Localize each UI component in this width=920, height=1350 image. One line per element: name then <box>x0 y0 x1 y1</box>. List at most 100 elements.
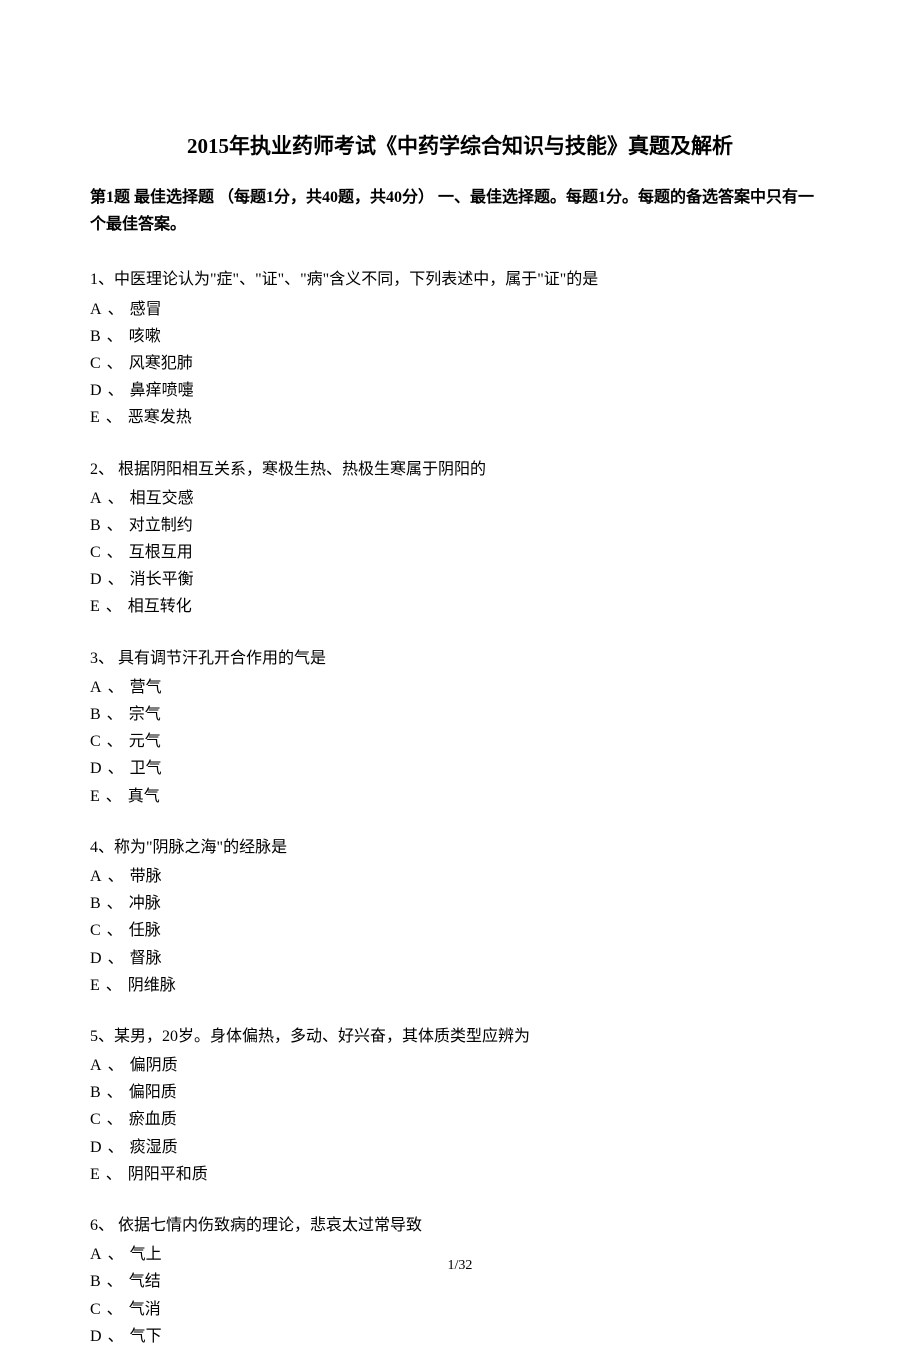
question-block: 5、某男，20岁。身体偏热，多动、好兴奋，其体质类型应辨为A 、 偏阴质B 、 … <box>90 1023 830 1188</box>
option-letter: B <box>90 517 101 534</box>
option-text: 瘀血质 <box>129 1111 177 1128</box>
question-text: 4、称为"阴脉之海"的经脉是 <box>90 834 830 861</box>
option-text: 卫气 <box>130 760 162 777</box>
option-separator: 、 <box>104 950 128 967</box>
option-letter: E <box>90 788 100 805</box>
option-separator: 、 <box>104 868 128 885</box>
option: D 、 督脉 <box>90 945 830 972</box>
option-letter: A <box>90 301 102 318</box>
option-separator: 、 <box>103 922 127 939</box>
option-separator: 、 <box>103 1273 127 1290</box>
option-letter: E <box>90 598 100 615</box>
option-text: 宗气 <box>129 706 161 723</box>
option-letter: D <box>90 1139 102 1156</box>
option-text: 偏阴质 <box>130 1057 178 1074</box>
question-block: 6、 依据七情内伤致病的理论，悲哀太过常导致A 、 气上B 、 气结C 、 气消… <box>90 1212 830 1350</box>
option: B 、 偏阳质 <box>90 1079 830 1106</box>
option-separator: 、 <box>103 328 127 345</box>
option-separator: 、 <box>102 409 126 426</box>
question-number: 6、 <box>90 1217 114 1234</box>
option-letter: C <box>90 733 101 750</box>
option-text: 消长平衡 <box>130 571 194 588</box>
option: B 、 冲脉 <box>90 890 830 917</box>
question-block: 4、称为"阴脉之海"的经脉是A 、 带脉B 、 冲脉C 、 任脉D 、 督脉E … <box>90 834 830 999</box>
question-block: 1、中医理论认为"症"、"证"、"病"含义不同，下列表述中，属于"证"的是 A 、… <box>90 266 830 431</box>
option-text: 真气 <box>128 788 160 805</box>
option-text: 营气 <box>130 679 162 696</box>
option-separator: 、 <box>102 598 126 615</box>
option-separator: 、 <box>102 1166 126 1183</box>
option-letter: C <box>90 1301 101 1318</box>
option: B 、 对立制约 <box>90 512 830 539</box>
option: E 、 阴阳平和质 <box>90 1161 830 1188</box>
option-text: 相互交感 <box>130 490 194 507</box>
option-letter: B <box>90 1084 101 1101</box>
option-text: 气下 <box>130 1328 162 1345</box>
option-letter: C <box>90 355 101 372</box>
question-block: 2、 根据阴阳相互关系，寒极生热、热极生寒属于阴阳的A 、 相互交感B 、 对立… <box>90 456 830 621</box>
question-text: 6、 依据七情内伤致病的理论，悲哀太过常导致 <box>90 1212 830 1239</box>
option-letter: C <box>90 1111 101 1128</box>
option-separator: 、 <box>103 1084 127 1101</box>
option: B 、 宗气 <box>90 701 830 728</box>
question-block: 3、 具有调节汗孔开合作用的气是A 、 营气B 、 宗气C 、 元气D 、 卫气… <box>90 645 830 810</box>
option-letter: B <box>90 1273 101 1290</box>
option: A 、 偏阴质 <box>90 1052 830 1079</box>
option-text: 元气 <box>129 733 161 750</box>
option: A 、 营气 <box>90 674 830 701</box>
option-separator: 、 <box>103 706 127 723</box>
option: A 、 感冒 <box>90 296 830 323</box>
option: D 、 痰湿质 <box>90 1134 830 1161</box>
question-stem: 根据阴阳相互关系，寒极生热、热极生寒属于阴阳的 <box>114 461 486 478</box>
option-letter: B <box>90 895 101 912</box>
option-separator: 、 <box>102 788 126 805</box>
option-letter: D <box>90 950 102 967</box>
option: D 、 气下 <box>90 1323 830 1350</box>
option: E 、 阴维脉 <box>90 972 830 999</box>
section-header: 第1题 最佳选择题 （每题1分，共40题，共40分） 一、最佳选择题。每题1分。… <box>90 184 830 238</box>
option-separator: 、 <box>102 977 126 994</box>
option-separator: 、 <box>104 571 128 588</box>
option-separator: 、 <box>104 1328 128 1345</box>
option-separator: 、 <box>103 355 127 372</box>
option-letter: D <box>90 1328 102 1345</box>
option-letter: B <box>90 328 101 345</box>
question-text: 1、中医理论认为"症"、"证"、"病"含义不同，下列表述中，属于"证"的是 <box>90 266 830 293</box>
option-letter: C <box>90 922 101 939</box>
option-text: 相互转化 <box>128 598 192 615</box>
option: D 、 卫气 <box>90 755 830 782</box>
option: C 、 互根互用 <box>90 539 830 566</box>
option-text: 痰湿质 <box>130 1139 178 1156</box>
option-separator: 、 <box>104 1057 128 1074</box>
option-text: 带脉 <box>130 868 162 885</box>
option: E 、 真气 <box>90 783 830 810</box>
option-text: 咳嗽 <box>129 328 161 345</box>
option-text: 气消 <box>129 1301 161 1318</box>
option-separator: 、 <box>104 760 128 777</box>
questions-container: 1、中医理论认为"症"、"证"、"病"含义不同，下列表述中，属于"证"的是 A 、… <box>90 266 830 1350</box>
option-letter: E <box>90 409 100 426</box>
question-number: 4、 <box>90 839 114 856</box>
option-text: 阴维脉 <box>128 977 176 994</box>
option-text: 偏阳质 <box>129 1084 177 1101</box>
option-separator: 、 <box>103 1111 127 1128</box>
question-number: 2、 <box>90 461 114 478</box>
option: A 、 相互交感 <box>90 485 830 512</box>
section-label: 第1题 最佳选择题 <box>90 189 214 206</box>
option-separator: 、 <box>103 1301 127 1318</box>
option-letter: A <box>90 868 102 885</box>
question-number: 5、 <box>90 1028 114 1045</box>
option: E 、 相互转化 <box>90 593 830 620</box>
question-text: 5、某男，20岁。身体偏热，多动、好兴奋，其体质类型应辨为 <box>90 1023 830 1050</box>
option-letter: E <box>90 1166 100 1183</box>
option-letter: D <box>90 760 102 777</box>
option-letter: D <box>90 382 102 399</box>
option-separator: 、 <box>103 733 127 750</box>
option-letter: A <box>90 490 102 507</box>
option-text: 恶寒发热 <box>128 409 192 426</box>
question-text: 2、 根据阴阳相互关系，寒极生热、热极生寒属于阴阳的 <box>90 456 830 483</box>
option-text: 对立制约 <box>129 517 193 534</box>
option-letter: A <box>90 1057 102 1074</box>
option-text: 阴阳平和质 <box>128 1166 208 1183</box>
option: C 、 风寒犯肺 <box>90 350 830 377</box>
